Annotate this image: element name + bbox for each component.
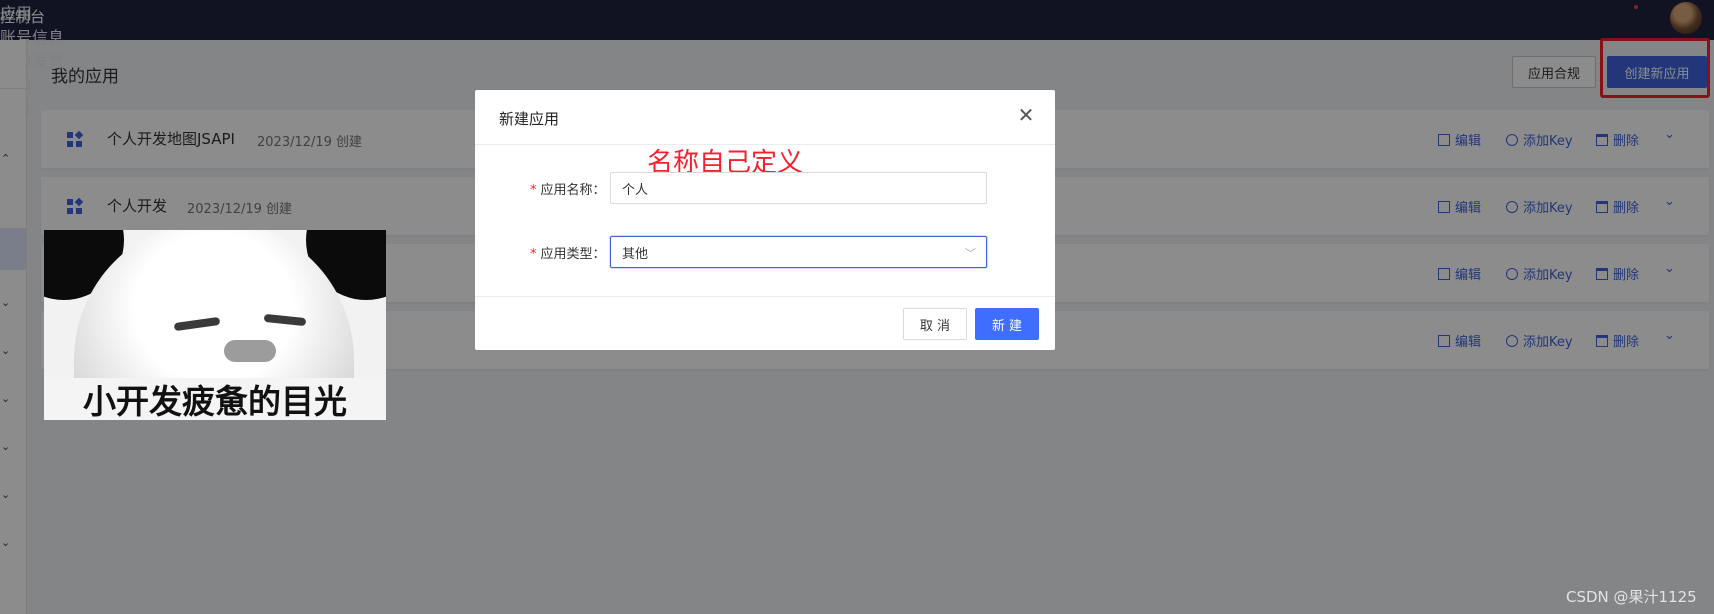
meme-caption: 小开发疲惫的目光 bbox=[44, 378, 386, 420]
app-name-input[interactable]: 个人 bbox=[610, 172, 987, 204]
meme-image: 小开发疲惫的目光 bbox=[44, 230, 386, 420]
new-app-dialog: 新建应用 ✕ 名称自己定义 * 应用名称： 个人 * 应用类型： 其他 ﹀ 取 消 … bbox=[475, 90, 1055, 350]
dialog-title: 新建应用 bbox=[499, 110, 560, 128]
app-type-label: * 应用类型： bbox=[530, 247, 606, 262]
close-icon[interactable]: ✕ bbox=[1015, 103, 1037, 127]
dialog-divider bbox=[475, 296, 1055, 297]
app-type-select[interactable]: 其他 ﹀ bbox=[610, 236, 987, 268]
chevron-down-icon: ﹀ bbox=[965, 247, 976, 260]
create-button[interactable]: 新 建 bbox=[975, 308, 1039, 340]
app-name-label: * 应用名称： bbox=[530, 183, 606, 198]
cancel-button[interactable]: 取 消 bbox=[903, 308, 967, 340]
watermark: CSDN @果汁1125 bbox=[1566, 588, 1697, 606]
